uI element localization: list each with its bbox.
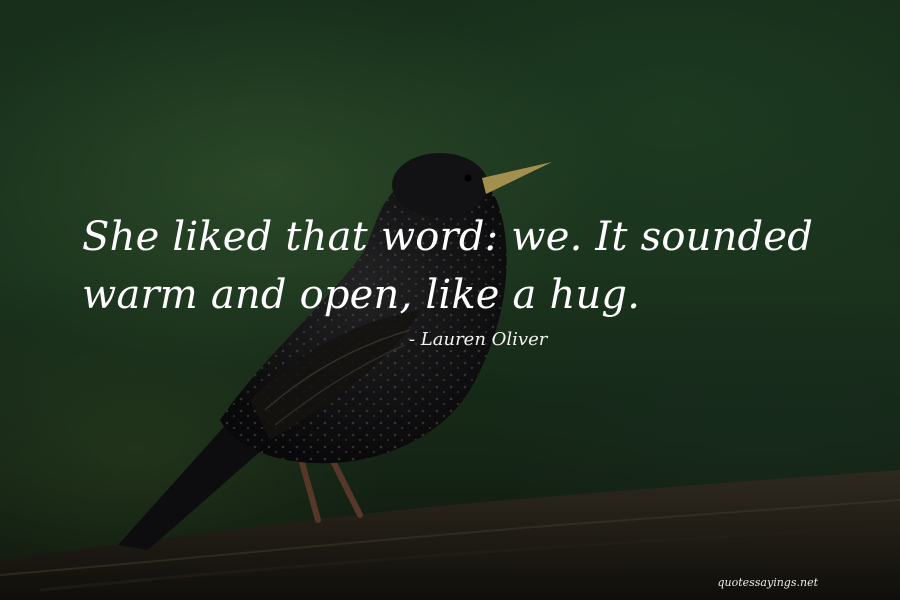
site-watermark: quotessayings.net (717, 576, 818, 589)
quote-image: She liked that word: we. It sounded warm… (0, 0, 900, 600)
quote-text: She liked that word: we. It sounded warm… (82, 214, 814, 318)
quote-author: - Lauren Oliver (409, 329, 548, 350)
